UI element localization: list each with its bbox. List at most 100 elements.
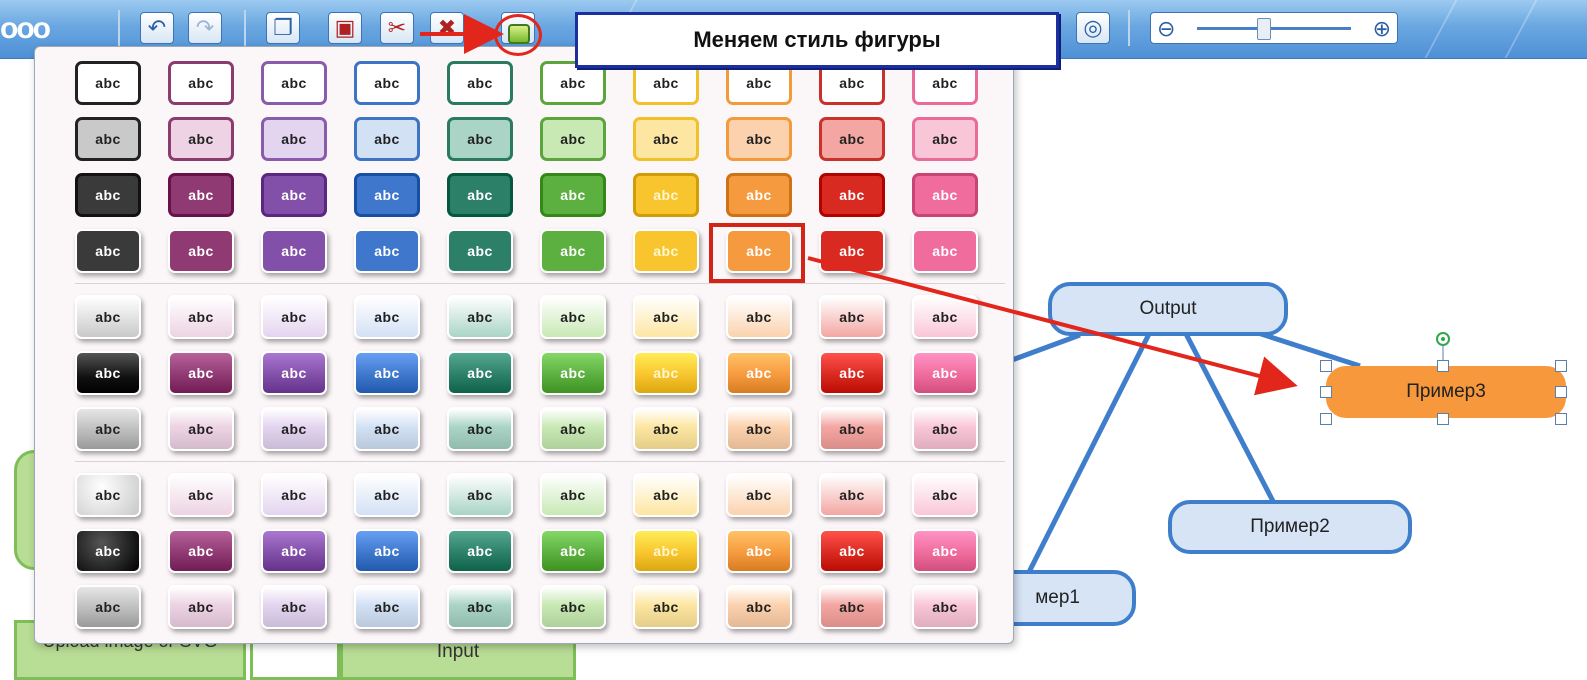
style-option[interactable]: abc <box>168 295 234 339</box>
style-option[interactable]: abc <box>726 351 792 395</box>
style-option[interactable]: abc <box>726 173 792 217</box>
style-option[interactable]: abc <box>447 529 513 573</box>
resize-handle[interactable] <box>1320 413 1332 425</box>
style-option[interactable]: abc <box>75 117 141 161</box>
style-option[interactable]: abc <box>540 529 606 573</box>
style-option[interactable]: abc <box>912 585 978 629</box>
style-option[interactable]: abc <box>447 117 513 161</box>
style-icon[interactable] <box>508 24 530 44</box>
style-option[interactable]: abc <box>261 585 327 629</box>
style-option[interactable]: abc <box>447 173 513 217</box>
style-option[interactable]: abc <box>540 473 606 517</box>
style-option[interactable]: abc <box>540 407 606 451</box>
style-option[interactable]: abc <box>633 173 699 217</box>
style-option[interactable]: abc <box>75 473 141 517</box>
node-example2[interactable]: Пример2 <box>1168 500 1412 554</box>
style-option[interactable]: abc <box>354 473 420 517</box>
style-option[interactable]: abc <box>912 117 978 161</box>
resize-handle[interactable] <box>1320 386 1332 398</box>
style-option[interactable]: abc <box>726 529 792 573</box>
style-option[interactable]: abc <box>354 351 420 395</box>
style-option[interactable]: abc <box>819 585 885 629</box>
style-option[interactable]: abc <box>912 529 978 573</box>
style-option[interactable]: abc <box>261 61 327 105</box>
style-option[interactable]: abc <box>819 473 885 517</box>
style-option[interactable]: abc <box>912 473 978 517</box>
style-option[interactable]: abc <box>354 585 420 629</box>
style-option[interactable]: abc <box>168 529 234 573</box>
style-option[interactable]: abc <box>354 117 420 161</box>
style-option[interactable]: abc <box>75 229 141 273</box>
style-option[interactable]: abc <box>447 295 513 339</box>
style-option[interactable]: abc <box>819 529 885 573</box>
resize-handle[interactable] <box>1437 360 1449 372</box>
style-option[interactable]: abc <box>540 585 606 629</box>
style-option[interactable]: abc <box>261 173 327 217</box>
style-option[interactable]: abc <box>819 229 885 273</box>
style-option[interactable]: abc <box>168 229 234 273</box>
style-option[interactable]: abc <box>354 229 420 273</box>
style-option[interactable]: abc <box>819 351 885 395</box>
resize-handle[interactable] <box>1437 413 1449 425</box>
style-option[interactable]: abc <box>633 473 699 517</box>
style-option[interactable]: abc <box>75 351 141 395</box>
style-option[interactable]: abc <box>75 529 141 573</box>
style-option[interactable]: abc <box>168 407 234 451</box>
style-option[interactable]: abc <box>447 407 513 451</box>
style-option[interactable]: abc <box>354 61 420 105</box>
style-option[interactable]: abc <box>168 117 234 161</box>
style-option[interactable]: abc <box>633 529 699 573</box>
style-option[interactable]: abc <box>261 529 327 573</box>
style-option[interactable]: abc <box>261 229 327 273</box>
style-option[interactable]: abc <box>912 407 978 451</box>
style-option[interactable]: abc <box>168 173 234 217</box>
style-option[interactable]: abc <box>354 173 420 217</box>
style-option[interactable]: abc <box>540 295 606 339</box>
style-option[interactable]: abc <box>540 117 606 161</box>
style-option[interactable]: abc <box>540 173 606 217</box>
style-option[interactable]: abc <box>912 173 978 217</box>
node-example3[interactable]: Пример3 <box>1326 366 1566 418</box>
style-option[interactable]: abc <box>261 295 327 339</box>
style-option[interactable]: abc <box>447 473 513 517</box>
style-option[interactable]: abc <box>819 117 885 161</box>
resize-handle[interactable] <box>1555 386 1567 398</box>
style-option[interactable]: abc <box>540 351 606 395</box>
style-option[interactable]: abc <box>726 117 792 161</box>
style-option[interactable]: abc <box>261 117 327 161</box>
style-option[interactable]: abc <box>261 351 327 395</box>
style-option[interactable]: abc <box>912 229 978 273</box>
style-option[interactable]: abc <box>726 473 792 517</box>
style-option[interactable]: abc <box>75 173 141 217</box>
rotate-handle[interactable] <box>1433 330 1453 360</box>
style-option[interactable]: abc <box>261 407 327 451</box>
style-option[interactable]: abc <box>168 351 234 395</box>
style-option[interactable]: abc <box>912 351 978 395</box>
style-option[interactable]: abc <box>633 229 699 273</box>
style-option[interactable]: abc <box>633 407 699 451</box>
style-option[interactable]: abc <box>726 295 792 339</box>
style-option[interactable]: abc <box>447 351 513 395</box>
style-option[interactable]: abc <box>447 229 513 273</box>
style-option[interactable]: abc <box>168 61 234 105</box>
resize-handle[interactable] <box>1555 360 1567 372</box>
style-option[interactable]: abc <box>633 117 699 161</box>
style-option[interactable]: abc <box>633 295 699 339</box>
style-option[interactable]: abc <box>633 585 699 629</box>
style-option[interactable]: abc <box>819 407 885 451</box>
style-option[interactable]: abc <box>726 407 792 451</box>
style-option[interactable]: abc <box>540 229 606 273</box>
style-option[interactable]: abc <box>447 585 513 629</box>
style-option[interactable]: abc <box>447 61 513 105</box>
style-option[interactable]: abc <box>819 295 885 339</box>
partial-shape[interactable] <box>250 640 340 680</box>
style-option[interactable]: abc <box>354 529 420 573</box>
style-option[interactable]: abc <box>75 295 141 339</box>
style-option[interactable]: abc <box>75 585 141 629</box>
style-option[interactable]: abc <box>354 295 420 339</box>
node-output[interactable]: Output <box>1048 282 1288 336</box>
style-option[interactable]: abc <box>75 61 141 105</box>
style-option[interactable]: abc <box>168 473 234 517</box>
style-option[interactable]: abc <box>819 173 885 217</box>
resize-handle[interactable] <box>1555 413 1567 425</box>
